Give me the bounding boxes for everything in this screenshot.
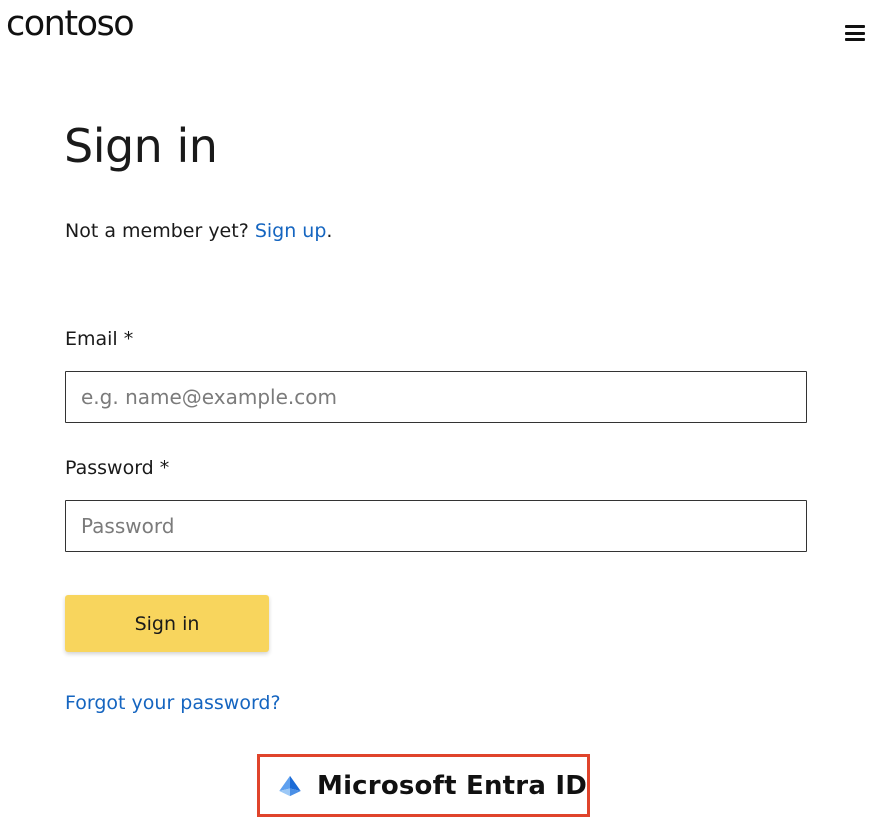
microsoft-entra-id-label: Microsoft Entra ID	[317, 770, 587, 801]
page-title: Sign in	[64, 119, 218, 173]
signup-prompt: Not a member yet? Sign up.	[65, 216, 332, 246]
contoso-logo[interactable]: contoso	[6, 2, 135, 46]
password-label: Password *	[65, 457, 170, 479]
signup-link[interactable]: Sign up	[255, 220, 327, 242]
menu-line	[845, 25, 865, 28]
hamburger-menu-icon[interactable]	[845, 24, 865, 42]
sign-in-button[interactable]: Sign in	[65, 595, 269, 652]
signup-suffix: .	[326, 220, 333, 242]
not-member-text: Not a member yet?	[65, 220, 255, 242]
email-input[interactable]	[65, 371, 807, 423]
password-input[interactable]	[65, 500, 807, 552]
menu-line	[845, 38, 865, 41]
microsoft-entra-id-badge[interactable]: Microsoft Entra ID	[257, 754, 590, 817]
microsoft-entra-pyramid-icon	[279, 775, 301, 796]
email-label: Email *	[65, 328, 134, 350]
forgot-password-link[interactable]: Forgot your password?	[65, 688, 281, 718]
menu-line	[845, 31, 865, 35]
